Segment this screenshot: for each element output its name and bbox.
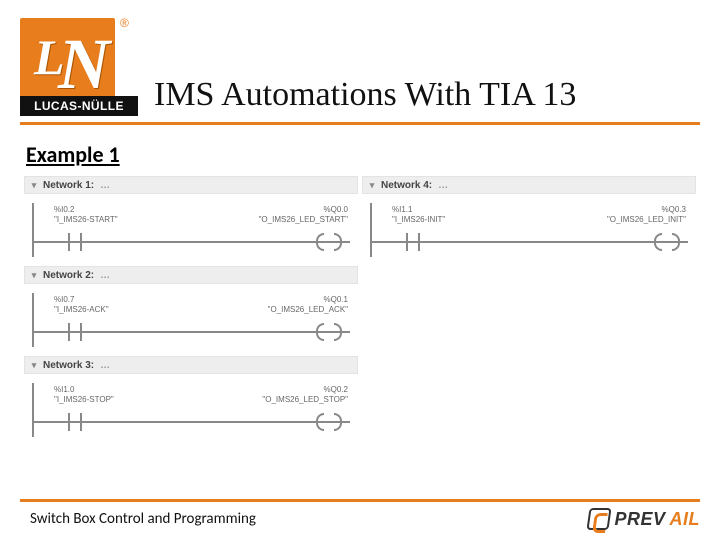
output-name: "O_IMS26_LED_ACK" <box>268 305 348 314</box>
footer-text: Switch Box Control and Programming <box>20 510 256 528</box>
input-address: %I0.2 <box>54 205 74 214</box>
slide-header: L N ® LUCAS-NÜLLE IMS Automations With T… <box>20 10 700 125</box>
network-ellipsis: … <box>100 270 110 281</box>
input-name: "I_IMS26-START" <box>54 215 118 224</box>
network-column-left: ▾ Network 1: … %I0.2 "I_IMS26-START" %Q0… <box>24 176 358 443</box>
network-column-right: ▾ Network 4: … %I1.1 "I_IMS26-INIT" %Q0.… <box>362 176 696 443</box>
network-header: ▾ Network 4: … <box>362 176 696 194</box>
contact-icon <box>62 321 88 341</box>
coil-icon <box>316 231 342 251</box>
output-address: %Q0.3 <box>662 205 686 214</box>
network-title: Network 1: <box>43 180 94 191</box>
registered-icon: ® <box>120 16 129 30</box>
network-title: Network 4: <box>381 180 432 191</box>
output-name: "O_IMS26_LED_START" <box>259 215 348 224</box>
coil-icon <box>316 411 342 431</box>
network-title: Network 3: <box>43 360 94 371</box>
output-name: "O_IMS26_LED_STOP" <box>262 395 348 404</box>
prevail-text-1: PREV <box>614 509 665 530</box>
input-address: %I1.1 <box>392 205 412 214</box>
logo-lucas-nulle: L N ® LUCAS-NÜLLE <box>20 10 140 120</box>
coil-icon <box>654 231 680 251</box>
input-name: "I_IMS26-ACK" <box>54 305 109 314</box>
network-header: ▾ Network 2: … <box>24 266 358 284</box>
output-address: %Q0.1 <box>324 295 348 304</box>
section-heading: Example 1 <box>26 141 700 168</box>
network-ellipsis: … <box>100 180 110 191</box>
network-header: ▾ Network 3: … <box>24 356 358 374</box>
contact-icon <box>400 231 426 251</box>
ladder-rung: %I1.1 "I_IMS26-INIT" %Q0.3 "O_IMS26_LED_… <box>362 197 696 263</box>
input-name: "I_IMS26-STOP" <box>54 395 114 404</box>
slide-footer: Switch Box Control and Programming PREVA… <box>0 499 720 530</box>
contact-icon <box>62 231 88 251</box>
ladder-rung: %I0.2 "I_IMS26-START" %Q0.0 "O_IMS26_LED… <box>24 197 358 263</box>
prevail-text-2: AIL <box>670 509 701 530</box>
output-name: "O_IMS26_LED_INIT" <box>607 215 686 224</box>
chevron-down-icon: ▾ <box>25 180 43 191</box>
output-address: %Q0.0 <box>324 205 348 214</box>
ladder-rung: %I1.0 "I_IMS26-STOP" %Q0.2 "O_IMS26_LED_… <box>24 377 358 443</box>
page-title: IMS Automations With TIA 13 <box>154 76 700 120</box>
ladder-diagram-area: ▾ Network 1: … %I0.2 "I_IMS26-START" %Q0… <box>24 176 696 443</box>
coil-icon <box>316 321 342 341</box>
ladder-rung: %I0.7 "I_IMS26-ACK" %Q0.1 "O_IMS26_LED_A… <box>24 287 358 353</box>
prevail-icon <box>587 508 612 530</box>
logo-brand-text: LUCAS-NÜLLE <box>34 99 124 113</box>
network-ellipsis: … <box>438 180 448 191</box>
input-address: %I0.7 <box>54 295 74 304</box>
chevron-down-icon: ▾ <box>25 270 43 281</box>
network-title: Network 2: <box>43 270 94 281</box>
input-address: %I1.0 <box>54 385 74 394</box>
chevron-down-icon: ▾ <box>363 180 381 191</box>
output-address: %Q0.2 <box>324 385 348 394</box>
chevron-down-icon: ▾ <box>25 360 43 371</box>
logo-prevail: PREVAIL <box>588 508 700 530</box>
network-header: ▾ Network 1: … <box>24 176 358 194</box>
input-name: "I_IMS26-INIT" <box>392 215 445 224</box>
network-ellipsis: … <box>100 360 110 371</box>
contact-icon <box>62 411 88 431</box>
logo-letter-n: N <box>58 28 110 100</box>
